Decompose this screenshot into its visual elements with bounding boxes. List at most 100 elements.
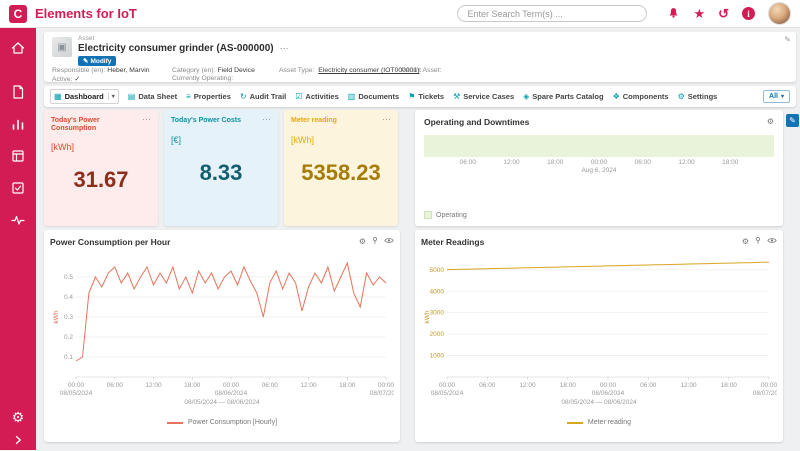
check-icon: ✓ <box>74 76 80 83</box>
tab-label: Tickets <box>418 92 444 101</box>
app-logo[interactable]: C <box>9 5 27 23</box>
responsible-field: Responsible (en):Heber, Marvin <box>52 67 150 74</box>
tickets-icon: ⚑ <box>408 93 415 101</box>
gear-icon[interactable]: ⚙ <box>359 238 366 246</box>
edit-dashboard-button[interactable]: ✎ <box>786 114 799 127</box>
category-field: Category (en):Field Device <box>172 67 255 74</box>
pin-icon[interactable] <box>371 236 379 247</box>
svg-text:4000: 4000 <box>430 288 445 295</box>
svg-text:18:00: 18:00 <box>339 382 356 389</box>
tab-label: Properties <box>194 92 231 101</box>
bar-chart-icon <box>10 116 26 132</box>
sidebar-item-assets[interactable] <box>10 148 26 164</box>
sidebar-item-home[interactable] <box>10 40 26 56</box>
chevron-down-icon: ▾ <box>781 93 784 100</box>
tab-label: Data Sheet <box>138 92 177 101</box>
currently-operating-field: Currently Operating: <box>172 75 233 82</box>
kpi-value: 5358.23 <box>291 160 391 186</box>
power-consumption-line-chart: 0.10.20.30.40.500:0008/05/202406:0012:00… <box>50 249 394 399</box>
tab-service-cases[interactable]: ⚒ Service Cases <box>453 92 514 101</box>
more-menu-icon[interactable]: ⋯ <box>262 117 271 122</box>
date-range-label: 08/05/2024 — 08/06/2024 <box>421 399 777 406</box>
modify-button[interactable]: ✎ Modify <box>78 56 116 66</box>
tab-dashboard[interactable]: ▦ Dashboard ▾ <box>50 89 119 104</box>
svg-text:3000: 3000 <box>430 310 445 317</box>
more-menu-icon[interactable]: ⋯ <box>382 117 391 122</box>
service-icon: ⚒ <box>453 93 460 101</box>
sidebar-item-monitoring[interactable] <box>10 212 26 228</box>
history-icon[interactable]: ↺ <box>718 7 729 20</box>
pulse-icon <box>10 212 26 228</box>
tab-properties[interactable]: ≡ Properties <box>186 92 231 101</box>
svg-text:18:00: 18:00 <box>184 382 201 389</box>
filter-all-dropdown[interactable]: All ▾ <box>763 90 790 103</box>
avatar[interactable] <box>768 2 791 25</box>
svg-text:08/07/2024: 08/07/2024 <box>370 390 394 397</box>
svg-text:08/05/2024: 08/05/2024 <box>60 390 93 397</box>
filter-label: All <box>769 93 778 100</box>
svg-text:18:00: 18:00 <box>560 382 577 389</box>
chevron-right-icon <box>12 434 24 446</box>
svg-text:08/06/2024: 08/06/2024 <box>592 390 625 397</box>
eye-icon[interactable] <box>384 237 394 246</box>
svg-text:12:00: 12:00 <box>680 382 697 389</box>
settings-gear-icon[interactable]: ⚙ <box>12 410 25 424</box>
kpi-title: Today's Power Costs <box>171 117 241 125</box>
sidebar: ⚙ <box>0 28 36 450</box>
gear-icon[interactable]: ⚙ <box>742 238 749 246</box>
tab-activities[interactable]: ☑ Activities <box>295 92 339 101</box>
operating-timeline-band <box>424 135 774 157</box>
svg-text:08/05/2024: 08/05/2024 <box>431 390 464 397</box>
info-icon[interactable]: i <box>742 7 755 20</box>
svg-text:06:00: 06:00 <box>107 382 124 389</box>
tab-documents[interactable]: ▥ Documents <box>348 92 399 101</box>
tab-settings[interactable]: ⚙ Settings <box>678 92 718 101</box>
kpi-value: 8.33 <box>171 160 271 186</box>
edit-pencil-icon[interactable]: ✎ <box>784 35 791 44</box>
tab-components[interactable]: ❖ Components <box>613 92 669 101</box>
bell-icon[interactable] <box>667 6 680 22</box>
legend-swatch <box>167 422 183 424</box>
pin-icon[interactable] <box>754 236 762 247</box>
tab-label: Spare Parts Catalog <box>532 92 603 101</box>
tab-data-sheet[interactable]: ▤ Data Sheet <box>128 92 177 101</box>
svg-text:0.5: 0.5 <box>64 274 73 281</box>
sheet-icon: ▤ <box>128 93 136 101</box>
svg-text:00:00: 00:00 <box>600 382 617 389</box>
tab-label: Dashboard <box>65 92 104 101</box>
svg-text:18:00: 18:00 <box>721 382 738 389</box>
star-icon[interactable]: ★ <box>693 7 705 20</box>
chevron-down-icon[interactable]: ▾ <box>108 93 115 100</box>
search-input[interactable] <box>457 5 647 22</box>
properties-icon: ≡ <box>186 93 191 101</box>
kpi-card-power-costs: Today's Power Costs ⋯ [€] 8.33 <box>164 110 278 226</box>
svg-text:5000: 5000 <box>430 267 445 274</box>
pencil-icon: ✎ <box>789 116 796 125</box>
sidebar-expand[interactable] <box>12 433 24 445</box>
legend-swatch <box>424 211 432 219</box>
svg-text:06:00: 06:00 <box>479 382 496 389</box>
svg-text:08/07/2024: 08/07/2024 <box>753 390 777 397</box>
more-menu-icon[interactable]: ⋯ <box>142 117 151 122</box>
svg-text:0.1: 0.1 <box>64 354 73 361</box>
gear-icon[interactable]: ⚙ <box>767 118 774 126</box>
svg-text:00:00: 00:00 <box>68 382 85 389</box>
eye-icon[interactable] <box>767 237 777 246</box>
kpi-card-power-consumption: Today's Power Consumption ⋯ [kWh] 31.67 <box>44 110 158 226</box>
svg-text:12:00: 12:00 <box>300 382 317 389</box>
operating-axis: 06:00 12:00 18:00 00:00Aug 6, 2024 06:00… <box>424 159 774 179</box>
svg-text:00:00: 00:00 <box>761 382 777 389</box>
more-menu-icon[interactable]: ⋯ <box>280 43 289 54</box>
sidebar-item-tasks[interactable] <box>10 180 26 196</box>
legend-swatch <box>567 422 583 424</box>
audit-icon: ↻ <box>240 93 247 101</box>
tab-spare-parts-catalog[interactable]: ◈ Spare Parts Catalog <box>523 92 603 101</box>
asset-kicker: Asset <box>78 35 94 42</box>
sidebar-item-documents[interactable] <box>10 84 26 100</box>
svg-text:12:00: 12:00 <box>145 382 162 389</box>
tab-tickets[interactable]: ⚑ Tickets <box>408 92 444 101</box>
sidebar-item-analytics[interactable] <box>10 116 26 132</box>
svg-text:0.2: 0.2 <box>64 334 73 341</box>
tab-audit-trail[interactable]: ↻ Audit Trail <box>240 92 286 101</box>
top-bar: C Elements for IoT ★ ↺ i <box>0 0 800 28</box>
